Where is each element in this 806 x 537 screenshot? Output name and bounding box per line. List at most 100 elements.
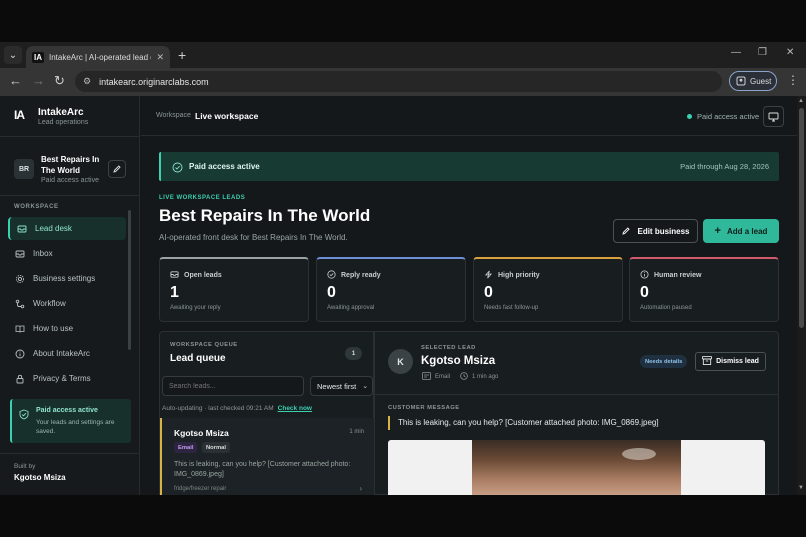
top-bar: Workspace Live workspace Paid access act… bbox=[141, 96, 806, 136]
lead-queue-panel: WORKSPACE QUEUE Lead queue 1 Newest firs… bbox=[159, 331, 374, 496]
sort-value: Newest first bbox=[317, 381, 357, 391]
sidebar-item-label: Business settings bbox=[33, 274, 96, 283]
stat-label: High priority bbox=[498, 272, 540, 279]
app-root: IA IntakeArc Lead operations BR Best Rep… bbox=[0, 96, 806, 496]
stat-value: 1 bbox=[170, 284, 179, 301]
auto-update-status: Auto-updating · last checked 09:21 AM Che… bbox=[162, 405, 312, 412]
lead-message-preview: This is leaking, can you help? [Customer… bbox=[174, 461, 351, 478]
edit-business-button[interactable]: Edit business bbox=[613, 219, 698, 243]
edit-business-icon-button[interactable] bbox=[108, 160, 126, 178]
display-toggle-button[interactable] bbox=[763, 106, 784, 127]
person-icon bbox=[736, 76, 746, 86]
check-circle-icon bbox=[327, 270, 336, 281]
chevron-right-icon: › bbox=[359, 484, 362, 493]
add-lead-button[interactable]: + Add a lead bbox=[703, 219, 779, 243]
scroll-up-icon[interactable]: ▲ bbox=[798, 98, 804, 104]
sidebar-item-label: Lead desk bbox=[35, 224, 72, 233]
queue-eyebrow: WORKSPACE QUEUE bbox=[170, 342, 238, 348]
screen-bottom-margin bbox=[0, 495, 806, 537]
lead-category: fridge/freezer repair bbox=[174, 486, 227, 492]
attached-photo[interactable] bbox=[388, 440, 765, 496]
sidebar-item-label: Workflow bbox=[33, 299, 66, 308]
tab-search-button[interactable]: ⌄ bbox=[4, 46, 22, 64]
inbox-icon bbox=[14, 248, 25, 259]
inbox-icon bbox=[170, 270, 179, 281]
business-name: Best Repairs In The World bbox=[41, 155, 100, 175]
lead-search-input[interactable] bbox=[162, 376, 304, 396]
scroll-thumb[interactable] bbox=[799, 108, 804, 328]
business-avatar: BR bbox=[14, 159, 34, 179]
sidebar-item-label: Privacy & Terms bbox=[33, 374, 91, 383]
stat-value: 0 bbox=[327, 284, 336, 301]
built-by-label: Built by bbox=[14, 463, 36, 470]
lead-channel: Email bbox=[435, 374, 451, 380]
forward-icon[interactable]: → bbox=[32, 73, 45, 88]
page-eyebrow: LIVE WORKSPACE LEADS bbox=[159, 195, 246, 201]
browser-tab[interactable]: IA IntakeArc | AI-operated lead de ✕ bbox=[26, 46, 170, 68]
site-info-icon[interactable]: ⚙ bbox=[83, 76, 91, 87]
reload-icon[interactable]: ↻ bbox=[54, 73, 65, 89]
sidebar-item-privacy-terms[interactable]: Privacy & Terms bbox=[8, 367, 126, 390]
stat-hint: Automation paused bbox=[640, 305, 692, 311]
scroll-down-icon[interactable]: ▼ bbox=[798, 485, 804, 491]
dismiss-lead-button[interactable]: Dismiss lead bbox=[695, 352, 766, 371]
new-tab-button[interactable]: + bbox=[178, 47, 186, 63]
lead-name: Kgotso Msiza bbox=[174, 428, 229, 438]
queue-title: Lead queue bbox=[170, 353, 226, 364]
sidebar-item-how-to-use[interactable]: How to use bbox=[8, 317, 126, 340]
profile-button[interactable]: Guest bbox=[729, 71, 777, 91]
sidebar-item-workflow[interactable]: Workflow bbox=[8, 292, 126, 315]
app-logo: IA bbox=[14, 108, 25, 122]
stat-card-human-review: Human review 0 Automation paused bbox=[629, 257, 779, 322]
address-bar[interactable]: ⚙ intakearc.originarclabs.com bbox=[75, 71, 722, 92]
restore-icon[interactable]: ❐ bbox=[758, 47, 767, 58]
divider bbox=[0, 136, 140, 137]
lead-time: 1 min bbox=[349, 429, 364, 435]
sidebar-item-about[interactable]: About IntakeArc bbox=[8, 342, 126, 365]
monitor-icon bbox=[768, 112, 779, 121]
status-dot bbox=[687, 114, 692, 119]
status-badge: Needs details bbox=[640, 355, 688, 368]
workspace-label: Workspace bbox=[156, 112, 191, 119]
sidebar-item-lead-desk[interactable]: Lead desk bbox=[8, 217, 126, 240]
divider bbox=[0, 453, 140, 454]
brand-name: IntakeArc bbox=[38, 107, 84, 118]
divider bbox=[375, 394, 779, 395]
close-window-icon[interactable]: ✕ bbox=[786, 47, 794, 58]
stat-label: Reply ready bbox=[341, 272, 381, 279]
business-status: Paid access active bbox=[41, 177, 99, 184]
info-icon bbox=[14, 348, 25, 359]
sidebar-scrollbar[interactable] bbox=[128, 210, 131, 350]
lead-avatar: K bbox=[388, 349, 413, 374]
stat-label: Human review bbox=[654, 272, 702, 279]
check-now-link[interactable]: Check now bbox=[278, 405, 312, 412]
divider bbox=[0, 195, 140, 196]
screen-top-margin bbox=[0, 0, 806, 42]
sidebar-item-business-settings[interactable]: Business settings bbox=[8, 267, 126, 290]
stat-label: Open leads bbox=[184, 272, 222, 279]
back-icon[interactable]: ← bbox=[9, 73, 22, 88]
pencil-icon bbox=[113, 165, 121, 173]
bolt-icon bbox=[484, 270, 493, 281]
paid-card-title: Paid access active bbox=[36, 407, 98, 414]
minimize-icon[interactable]: — bbox=[731, 47, 741, 58]
built-by-name: Kgotso Msiza bbox=[14, 473, 66, 482]
check-circle-icon bbox=[172, 160, 183, 178]
browser-menu-icon[interactable]: ⋮ bbox=[787, 73, 799, 87]
lead-list-item[interactable]: Kgotso Msiza 1 min Email Normal This is … bbox=[160, 418, 374, 496]
paid-card-desc: Your leads and settings are saved. bbox=[36, 419, 115, 435]
sort-select[interactable]: Newest first ⌄ bbox=[310, 376, 373, 396]
queue-count-badge: 1 bbox=[345, 347, 362, 360]
stat-value: 0 bbox=[640, 284, 649, 301]
banner-text: Paid access active bbox=[189, 162, 260, 171]
gear-icon bbox=[14, 273, 25, 284]
section-label: WORKSPACE bbox=[14, 204, 59, 210]
page-scrollbar[interactable]: ▲ ▼ bbox=[797, 96, 806, 495]
paid-access-banner: Paid access active Paid through Aug 28, … bbox=[159, 152, 779, 181]
book-icon bbox=[14, 323, 25, 334]
customer-message-label: CUSTOMER MESSAGE bbox=[388, 405, 460, 411]
sidebar-item-inbox[interactable]: Inbox bbox=[8, 242, 126, 265]
customer-message-text: This is leaking, can you help? [Customer… bbox=[388, 416, 659, 430]
close-tab-icon[interactable]: ✕ bbox=[156, 52, 164, 63]
lead-detail-panel: K SELECTED LEAD Kgotso Msiza Email 1 min… bbox=[374, 331, 779, 496]
